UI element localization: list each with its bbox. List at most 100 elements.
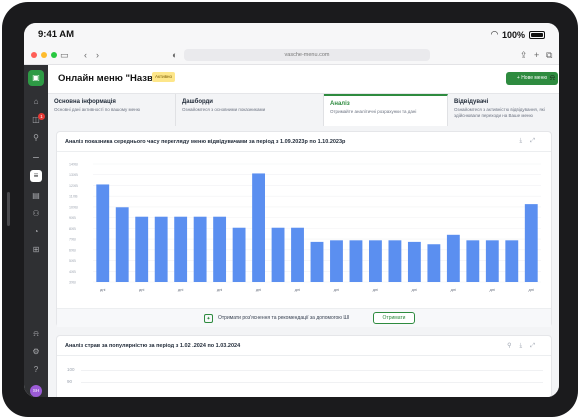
chart-bar[interactable]	[271, 227, 285, 282]
book-icon[interactable]: ▤	[30, 190, 42, 202]
tab-subtitle: Ознайомтеся з активністю відвідування, я…	[454, 107, 545, 118]
logo-icon[interactable]: ▣	[28, 70, 44, 86]
x-tick-label: дні	[178, 287, 184, 292]
y-tick-label: 3ХВ	[69, 281, 76, 285]
chart-bar[interactable]	[174, 216, 188, 282]
avatar[interactable]: SH	[30, 385, 42, 397]
expand-icon[interactable]: ⤢	[530, 138, 543, 144]
chart-bar[interactable]	[427, 244, 441, 282]
tab-analysis[interactable]: Аналіз Отримайте аналітичні розрахунки т…	[324, 94, 448, 126]
chart-bar[interactable]	[96, 184, 110, 282]
page-header: Онлайн меню "Назва" Активно + Нове меню …	[48, 65, 559, 93]
chart-bar[interactable]	[485, 240, 499, 282]
chart-bar[interactable]	[115, 207, 129, 282]
chart-bar[interactable]	[310, 241, 324, 282]
tabs-overview-icon[interactable]: ⧉	[546, 49, 552, 61]
close-window-button[interactable]	[31, 52, 37, 58]
card-actions: ⚲⤓⤢	[507, 342, 543, 350]
home-icon[interactable]: ⌂	[30, 96, 42, 108]
chart-bar[interactable]	[252, 173, 265, 282]
filter-icon[interactable]: ⚲	[507, 343, 519, 349]
x-tick-label: дні	[451, 287, 457, 292]
chart-bar[interactable]	[407, 241, 421, 282]
tab-subtitle: Ознайомтеся з основними показниками	[182, 107, 266, 112]
chart-bar[interactable]	[369, 240, 382, 282]
tab-title: Аналіз	[330, 101, 350, 107]
get-recommendations-button[interactable]: Отримати	[373, 312, 415, 324]
x-tick-label: дні	[373, 287, 379, 292]
card-actions: ⤓⤢	[520, 138, 543, 145]
download-icon[interactable]: ⤓	[520, 343, 531, 349]
chart-bar[interactable]	[330, 240, 343, 282]
tab-title: Основна інформація	[54, 99, 116, 105]
tab-visitors[interactable]: Відвідувачі Ознайомтеся з активністю від…	[448, 94, 559, 126]
chart-bar[interactable]	[388, 240, 402, 282]
y-tick-label: 4ХВ	[69, 270, 76, 274]
notification-badge: 1	[38, 113, 45, 120]
grid-line	[81, 382, 543, 383]
shield-icon: ◐	[172, 50, 178, 60]
dishes-popularity-card: Аналіз страв за популярністю за період з…	[56, 335, 552, 397]
y-tick-label: 6ХВ	[69, 248, 76, 252]
main-content: Онлайн меню "Назва" Активно + Нове меню …	[48, 65, 559, 397]
chart-bar[interactable]	[446, 234, 460, 282]
chart-icon[interactable]: ⚊	[30, 150, 42, 162]
chart-bar[interactable]	[349, 240, 363, 282]
x-tick-label: дні	[295, 287, 301, 292]
x-tick-label: дні	[490, 287, 496, 292]
battery-percent: 100%	[501, 29, 525, 40]
sidebar-toggle-icon[interactable]: ▭	[60, 49, 69, 61]
tab-title: Відвідувачі	[454, 99, 489, 105]
x-tick-label: дні	[529, 287, 535, 292]
status-badge: Активно	[152, 72, 175, 82]
tab-general-info[interactable]: Основна інформація Основні дані активнос…	[48, 94, 176, 126]
chart-bar[interactable]	[291, 227, 304, 282]
ai-prompt-text: Отримати роз'яснення та рекомендації за …	[218, 315, 350, 321]
status-time: 9:41 AM	[38, 29, 75, 40]
chart-bar[interactable]	[193, 216, 207, 282]
y-tick-label: 7ХВ	[69, 238, 76, 242]
chart-bar[interactable]	[154, 216, 168, 282]
bell-icon[interactable]: ⍾	[30, 328, 42, 340]
settings-icon[interactable]: ⚙	[30, 346, 42, 358]
side-button	[7, 192, 10, 226]
y-tick-label: 14ХВ	[69, 163, 78, 167]
sitemap-icon[interactable]: ⚲	[30, 132, 42, 144]
share-icon[interactable]: ⇪	[520, 49, 528, 61]
new-tab-icon[interactable]: +	[534, 49, 539, 61]
chart-bar[interactable]	[232, 227, 246, 282]
tab-subtitle: Отримайте аналітичні розрахунки та дані	[330, 109, 417, 114]
chart-bar[interactable]	[505, 240, 519, 282]
tab-bar: Основна інформація Основні дані активнос…	[48, 93, 559, 126]
address-bar[interactable]: vasche-menu.com	[184, 49, 430, 61]
users-icon[interactable]: ⚇	[30, 208, 42, 220]
y-tick-label: 11ХВ	[69, 195, 78, 199]
grid-icon[interactable]: ⊞	[30, 244, 42, 256]
y-tick-label: 10ХВ	[69, 205, 78, 209]
chart-bar[interactable]	[135, 216, 149, 282]
x-tick-label: дні	[217, 287, 223, 292]
tab-dashboards[interactable]: Дашборди Ознайомтеся з основними показни…	[176, 94, 324, 126]
pie-icon[interactable]: ◔	[30, 226, 42, 238]
chart-bar[interactable]	[466, 240, 480, 282]
y-tick-label: 8ХВ	[69, 227, 76, 231]
help-icon[interactable]: ?	[30, 364, 42, 376]
chart-bar[interactable]	[213, 216, 227, 282]
chart-title: Аналіз страв за популярністю за період з…	[65, 343, 241, 349]
back-icon[interactable]: ‹	[84, 49, 87, 61]
download-icon[interactable]: ⤓	[520, 138, 531, 144]
expand-icon[interactable]: ⤢	[530, 343, 543, 349]
header-bell-icon[interactable]: ⍾	[550, 73, 555, 83]
y-tick-label: 13ХВ	[69, 173, 78, 177]
menu-icon[interactable]: ≡	[30, 170, 42, 182]
y-tick-label: 12ХВ	[69, 184, 78, 188]
chart-title: Аналіз показника середнього часу перегля…	[65, 139, 346, 145]
tablet-frame: 9:41 AM ◠ 100% ▭ ‹ › ◐ vasche-menu.com ⇪…	[2, 2, 578, 417]
x-tick-label: дні	[334, 287, 340, 292]
window-controls	[31, 52, 57, 58]
chart-bar[interactable]	[524, 204, 538, 282]
y-tick-label: 100	[67, 367, 75, 372]
minimize-window-button[interactable]	[41, 52, 47, 58]
forward-icon[interactable]: ›	[96, 49, 99, 61]
maximize-window-button[interactable]	[51, 52, 57, 58]
